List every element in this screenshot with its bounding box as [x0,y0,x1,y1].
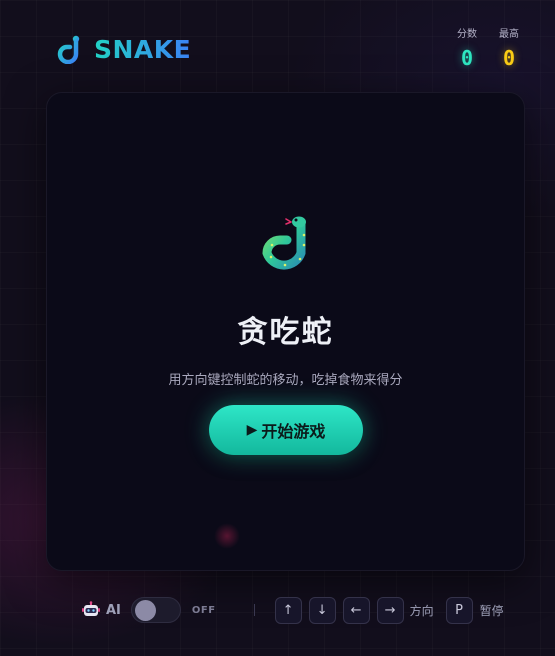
best-label: 最高 [499,29,519,40]
key-pause[interactable]: P [445,596,473,624]
score-label: 分数 [457,29,477,40]
snake-icon [262,216,306,270]
key-left[interactable]: ← [342,596,370,624]
best-value: 0 [502,46,516,70]
score-value: 0 [460,46,474,70]
direction-caption: 方向 [409,603,434,618]
ai-toggle[interactable] [130,597,181,623]
pause-caption: 暂停 [479,603,504,618]
header: SNAKE 分数 0 最高 0 [54,29,525,74]
ai-toggle-state: OFF [191,604,216,616]
divider [253,604,255,616]
key-hints: ↑ ↓ ← → 方向 P 暂停 [274,596,504,624]
game-board[interactable]: 贪吃蛇 用方向键控制蛇的移动，吃掉食物来得分 ▶ 开始游戏 [46,92,525,571]
toggle-knob [134,600,156,621]
key-right[interactable]: → [376,596,404,624]
start-button-label: 开始游戏 [261,422,326,441]
game-instructions: 用方向键控制蛇的移动，吃掉食物来得分 [168,373,403,388]
logo: SNAKE [54,34,191,64]
logo-text: SNAKE [94,34,192,64]
scoreboard: 分数 0 最高 0 [455,25,521,70]
food [214,523,240,549]
key-up[interactable]: ↑ [274,596,302,624]
current-score: 分数 0 [455,25,479,70]
robot-icon [82,601,100,616]
game-title: 贪吃蛇 [237,315,334,350]
controls-bar: AI OFF ↑ ↓ ← → 方向 P 暂停 [82,596,515,624]
best-score: 最高 0 [497,25,521,70]
key-down[interactable]: ↓ [308,596,336,624]
snake-logo-icon [57,35,80,64]
ai-label: AI [106,602,121,618]
start-game-button[interactable]: ▶ 开始游戏 [209,405,363,455]
play-icon: ▶ [246,422,258,438]
